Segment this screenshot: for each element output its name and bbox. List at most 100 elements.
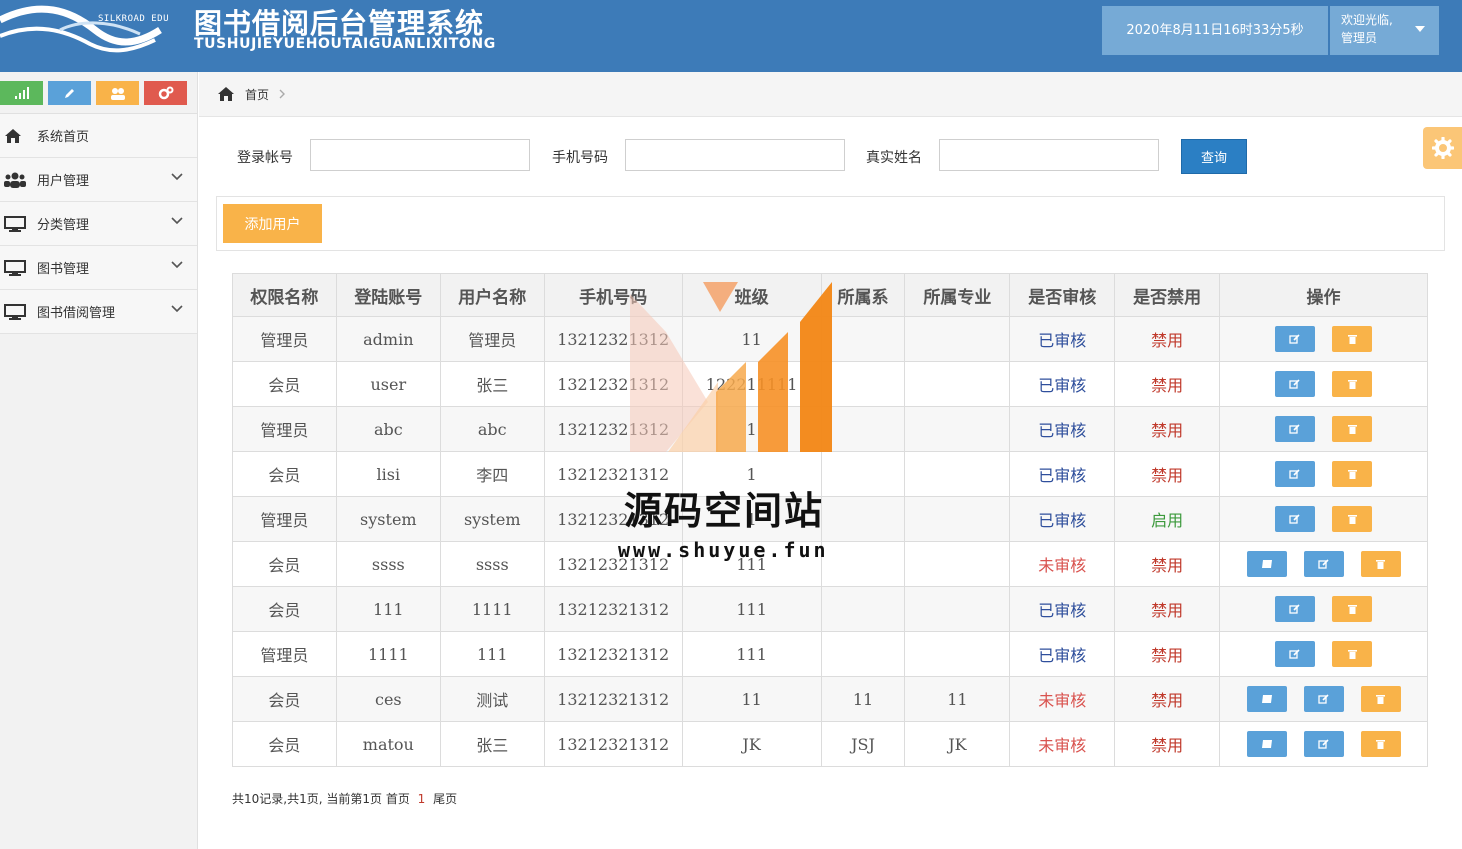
ban-status[interactable]: 启用 xyxy=(1151,511,1183,530)
monitor-icon xyxy=(4,303,30,320)
cell-actions xyxy=(1219,541,1428,587)
audit-status[interactable]: 已审核 xyxy=(1038,601,1086,620)
add-user-button[interactable]: 添加用户 xyxy=(223,204,322,243)
pager-last-link[interactable]: 尾页 xyxy=(433,792,457,806)
sidebar-item-user-management[interactable]: 用户管理 xyxy=(0,158,197,202)
settings-button[interactable] xyxy=(1423,127,1462,169)
cell-dept xyxy=(820,361,906,407)
sidebar-item-book-management[interactable]: 图书管理 xyxy=(0,246,197,290)
ban-status[interactable]: 禁用 xyxy=(1151,376,1183,395)
edit-button[interactable] xyxy=(1303,551,1344,577)
ban-status[interactable]: 禁用 xyxy=(1151,466,1183,485)
audit-status[interactable]: 未审核 xyxy=(1038,556,1086,575)
pager-first-link[interactable]: 首页 xyxy=(386,792,410,806)
edit-button[interactable] xyxy=(1275,506,1316,532)
cell-actions xyxy=(1219,676,1428,722)
cell-name: 张三 xyxy=(439,721,545,767)
row-actions xyxy=(1220,596,1427,622)
cell-major xyxy=(904,361,1011,407)
cell-phone: 13212321312 xyxy=(543,631,683,677)
edit-button[interactable] xyxy=(1303,731,1344,757)
watermark-url: www.shuyue.fun xyxy=(618,538,829,562)
pager-current-page[interactable]: 1 xyxy=(418,792,426,806)
cell-dept xyxy=(820,451,906,497)
cell-account: 1111 xyxy=(335,631,441,677)
delete-button[interactable] xyxy=(1360,731,1401,757)
delete-button[interactable] xyxy=(1332,506,1373,532)
delete-button[interactable] xyxy=(1332,371,1373,397)
search-button[interactable]: 查询 xyxy=(1181,139,1247,174)
ban-status[interactable]: 禁用 xyxy=(1151,331,1183,350)
chevron-down-icon xyxy=(171,261,183,269)
delete-button[interactable] xyxy=(1360,686,1401,712)
ban-status[interactable]: 禁用 xyxy=(1151,691,1183,710)
cell-phone: 13212321312 xyxy=(543,406,683,452)
ban-status[interactable]: 禁用 xyxy=(1151,736,1183,755)
chevron-down-icon xyxy=(171,173,183,181)
audit-status[interactable]: 已审核 xyxy=(1038,466,1086,485)
edit-icon xyxy=(1289,377,1301,392)
phone-input[interactable] xyxy=(625,139,845,171)
audit-status[interactable]: 已审核 xyxy=(1038,421,1086,440)
cell-major: 11 xyxy=(904,676,1011,722)
table-row: 管理员 system system 13212321312 1 已审核 启用 xyxy=(232,496,1428,542)
cell-ban: 禁用 xyxy=(1114,631,1221,677)
monitor-icon xyxy=(4,215,30,232)
edit-button[interactable] xyxy=(1275,641,1316,667)
edit-button[interactable] xyxy=(1303,686,1344,712)
review-button[interactable] xyxy=(1246,686,1287,712)
audit-status[interactable]: 已审核 xyxy=(1038,511,1086,530)
delete-button[interactable] xyxy=(1332,596,1373,622)
home-icon xyxy=(4,128,30,144)
cell-phone: 13212321312 xyxy=(543,586,683,632)
edit-button[interactable] xyxy=(1275,326,1316,352)
cell-cls: 11 xyxy=(681,316,822,362)
trash-icon xyxy=(1347,467,1357,482)
delete-button[interactable] xyxy=(1360,551,1401,577)
account-input[interactable] xyxy=(310,139,530,171)
edit-button[interactable] xyxy=(1275,461,1316,487)
chevron-right-icon xyxy=(279,89,286,99)
phone-label: 手机号码 xyxy=(552,150,608,166)
ban-status[interactable]: 禁用 xyxy=(1151,646,1183,665)
ban-status[interactable]: 禁用 xyxy=(1151,601,1183,620)
ban-status[interactable]: 禁用 xyxy=(1151,421,1183,440)
delete-button[interactable] xyxy=(1332,326,1373,352)
edit-button[interactable] xyxy=(1275,416,1316,442)
review-button[interactable] xyxy=(1246,551,1287,577)
row-actions xyxy=(1220,686,1427,712)
audit-status[interactable]: 未审核 xyxy=(1038,691,1086,710)
shortcut-pencil-button[interactable] xyxy=(48,81,91,105)
logo-text: SILKROAD EDU xyxy=(98,14,170,24)
audit-status[interactable]: 已审核 xyxy=(1038,646,1086,665)
review-button[interactable] xyxy=(1246,731,1287,757)
caret-down-icon xyxy=(1415,26,1425,32)
shortcut-cogs-button[interactable] xyxy=(144,81,187,105)
sidebar-item-home[interactable]: 系统首页 xyxy=(0,114,197,158)
edit-icon xyxy=(1317,737,1330,752)
shortcut-users-button[interactable] xyxy=(96,81,139,105)
edit-button[interactable] xyxy=(1275,596,1316,622)
sidebar-item-borrow-management[interactable]: 图书借阅管理 xyxy=(0,290,197,334)
delete-button[interactable] xyxy=(1332,461,1373,487)
audit-status[interactable]: 已审核 xyxy=(1038,331,1086,350)
user-menu[interactable]: 欢迎光临, 管理员 xyxy=(1330,6,1439,55)
shortcut-signal-button[interactable] xyxy=(0,81,43,105)
cell-phone: 13212321312 xyxy=(543,316,683,362)
realname-input[interactable] xyxy=(939,139,1159,171)
delete-button[interactable] xyxy=(1332,416,1373,442)
edit-button[interactable] xyxy=(1275,371,1316,397)
row-actions xyxy=(1220,326,1427,352)
breadcrumb-home-link[interactable]: 首页 xyxy=(245,86,269,103)
cell-major: JK xyxy=(904,721,1011,767)
sidebar-item-category-management[interactable]: 分类管理 xyxy=(0,202,197,246)
user-table: 权限名称 登陆账号 用户名称 手机号码 班级 所属系 所属专业 是否审核 是否禁… xyxy=(232,273,1428,767)
audit-status[interactable]: 已审核 xyxy=(1038,376,1086,395)
sidebar-shortcuts xyxy=(0,72,197,114)
current-datetime: 2020年8月11日16时33分5秒 xyxy=(1102,6,1328,55)
cell-cls: 1 xyxy=(681,406,822,452)
ban-status[interactable]: 禁用 xyxy=(1151,556,1183,575)
cell-major xyxy=(904,496,1011,542)
audit-status[interactable]: 未审核 xyxy=(1038,736,1086,755)
delete-button[interactable] xyxy=(1332,641,1373,667)
